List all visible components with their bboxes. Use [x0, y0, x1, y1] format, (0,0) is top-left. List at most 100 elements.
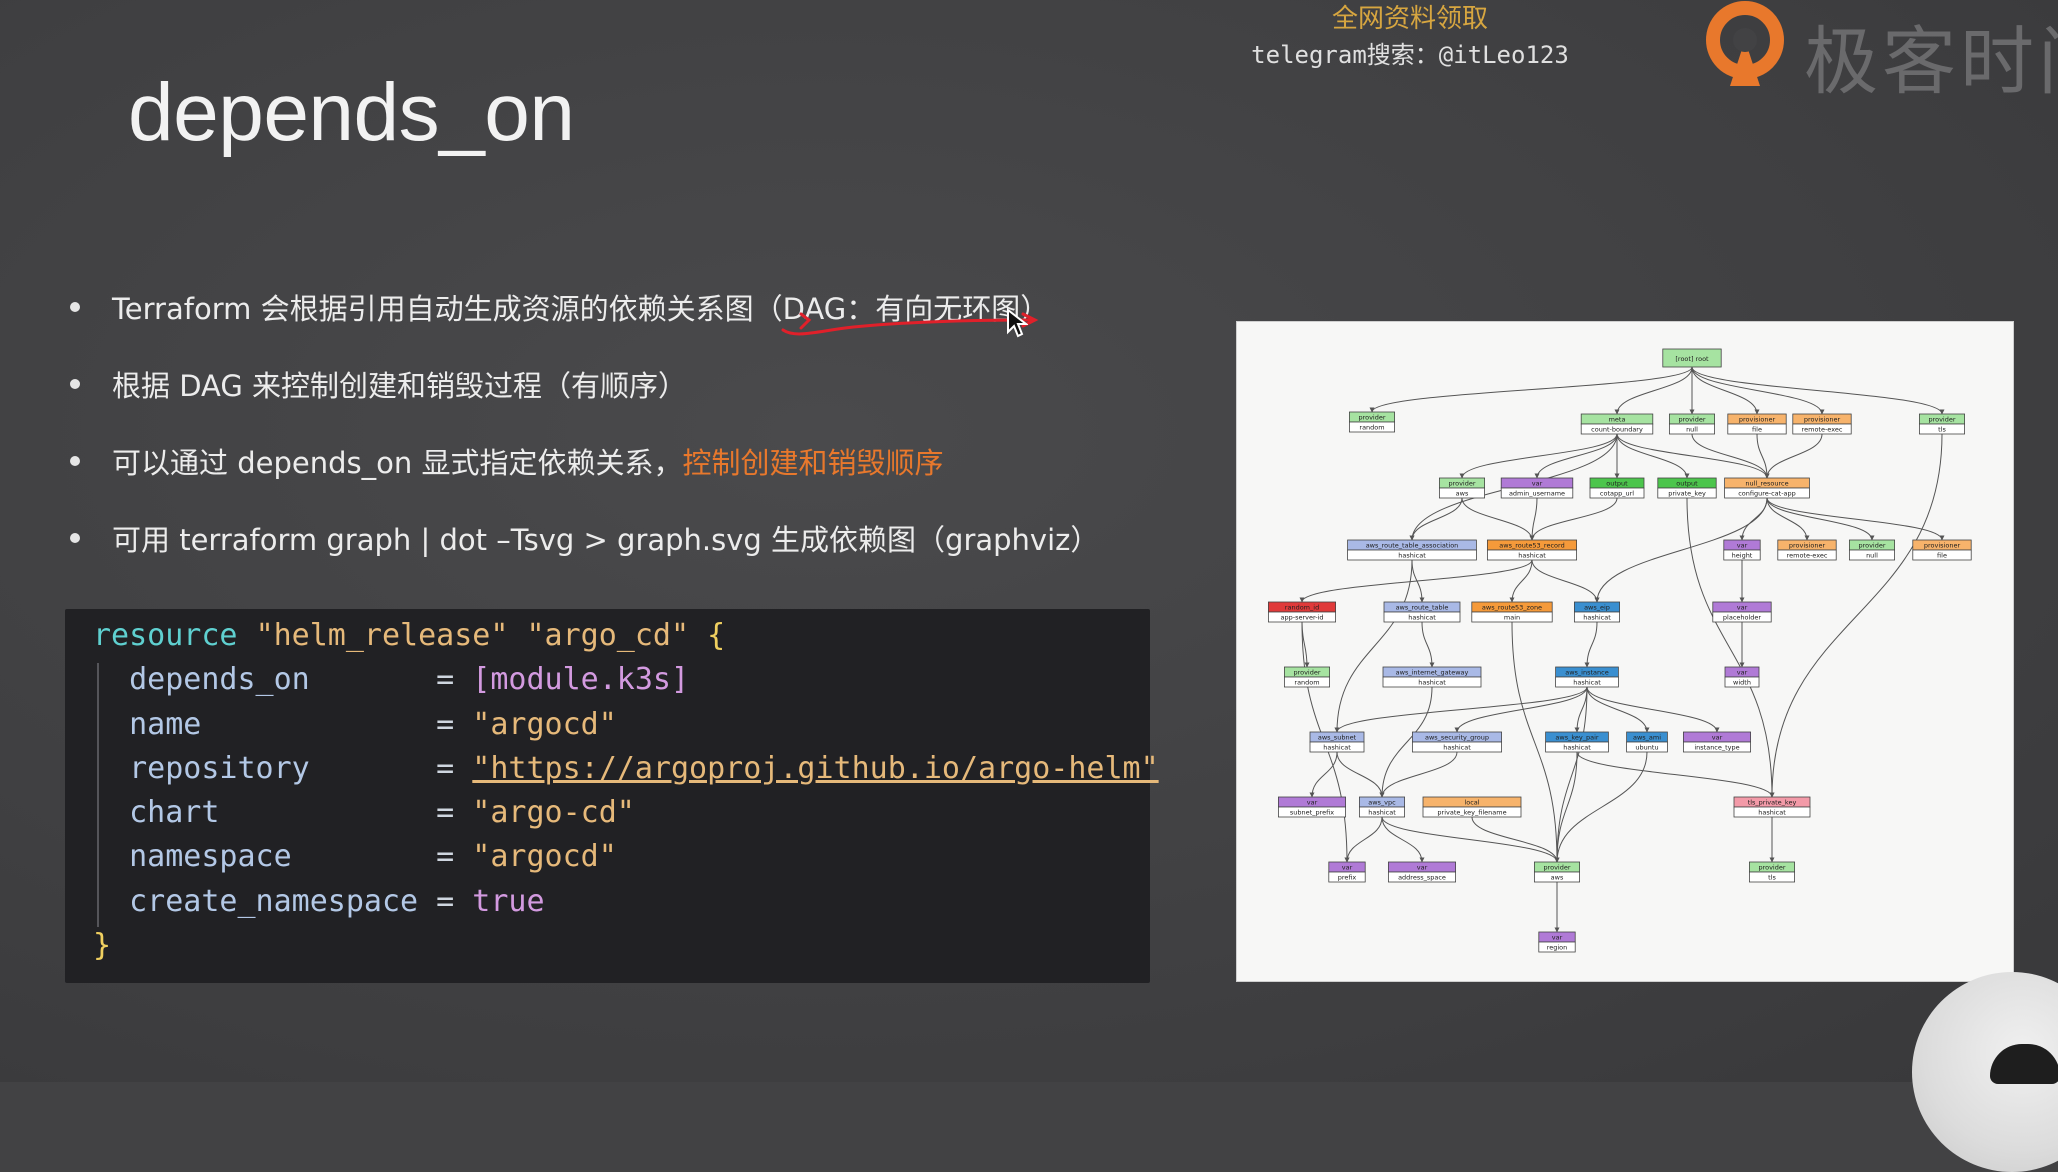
graph-node: aws_security_group hashicat [1411, 731, 1502, 753]
graph-node: provisioner file [1912, 539, 1972, 561]
graph-node-type: aws_route53_record [1499, 542, 1564, 550]
graph-node-name: random [1294, 679, 1319, 687]
bullet-text: 根据 DAG 来控制创建和销毁过程（有顺序） [112, 368, 688, 403]
bullet-highlight: 控制创建和销毁顺序 [682, 445, 944, 480]
graph-node-type: output [1676, 480, 1698, 488]
bullet-item: 可用 terraform graph | dot –Tsvg > graph.s… [66, 499, 1166, 576]
code-attr-key: create_namespace [129, 883, 419, 919]
graph-node-name: ubuntu [1635, 744, 1658, 752]
graph-edge [1616, 433, 1690, 479]
code-line-attr: repository = "https://argoproj.github.io… [65, 747, 1159, 791]
graph-node: null_resource configure-cat-app [1724, 477, 1810, 499]
graph-node: var address_space [1387, 861, 1456, 883]
graph-edge [1584, 621, 1598, 668]
graph-node-type: aws_route_table [1396, 604, 1449, 612]
brand-logo: 极客时间 [1700, 0, 2058, 105]
graph-node-name: instance_type [1694, 744, 1739, 752]
graph-node-name: hashicat [1368, 809, 1396, 817]
code-attr-key: namespace [129, 839, 419, 875]
graph-node: var width [1724, 666, 1760, 688]
graph-node: aws_eip hashicat [1573, 601, 1620, 623]
code-attr-key: chart [129, 795, 419, 831]
graph-node: provider random [1284, 666, 1331, 688]
graph-edge [1764, 433, 1823, 479]
graph-edge [1334, 559, 1413, 733]
graph-node: provider tls [1919, 413, 1966, 435]
graph-node-name: hashicat [1418, 679, 1446, 687]
graph-node-name: file [1937, 552, 1947, 560]
graph-node-type: provisioner [1789, 542, 1826, 550]
graph-node: provisioner remote-exec [1792, 413, 1852, 435]
graph-edge [1586, 686, 1720, 733]
graph-node-type: provider [1758, 864, 1785, 872]
code-open-brace: { [707, 618, 726, 653]
graph-node: provider random [1349, 411, 1396, 433]
graph-edge [1529, 497, 1618, 541]
graph-node-name: tls [1768, 874, 1776, 882]
code-equals: = [436, 662, 455, 698]
code-equals: = [436, 883, 455, 919]
graph-node-name: configure-cat-app [1738, 490, 1796, 498]
graph-node: aws_instance hashicat [1555, 666, 1619, 688]
brand-text: 极客时间 [1804, 19, 2058, 105]
graph-edge [1739, 497, 1768, 541]
graph-node-name: remote-exec [1802, 426, 1843, 434]
graph-node-name: app-server-id [1280, 614, 1323, 622]
graph-edge [1344, 816, 1383, 863]
graph-node-name: hashicat [1518, 552, 1546, 560]
code-equals: = [436, 750, 455, 786]
code-line-attr: depends_on = [module.k3s] [65, 658, 1150, 702]
graph-node-name: hashicat [1408, 614, 1436, 622]
graph-node-type: var [1712, 734, 1723, 742]
graph-node: provider aws [1438, 477, 1485, 499]
code-attr-key: repository [129, 750, 419, 786]
graph-edge [1454, 686, 1588, 733]
graph-node-name: hashicat [1323, 744, 1351, 752]
graph-edge [1369, 366, 1693, 413]
graph-node-type: tls_private_key [1748, 799, 1797, 807]
graph-node-name: hashicat [1398, 552, 1426, 560]
graph-node-name: private_key_filename [1437, 809, 1506, 817]
code-attr-value: true [472, 883, 545, 919]
graph-node-name: hashicat [1758, 809, 1786, 817]
graph-edge [1534, 433, 1618, 479]
graph-node-type: var [1532, 480, 1543, 488]
graph-node: tls_private_key hashicat [1733, 796, 1811, 818]
graph-node: aws_route53_record hashicat [1486, 539, 1577, 561]
graph-node-type: provisioner [1739, 416, 1776, 424]
bullet-text: 可用 terraform graph | dot –Tsvg > graph.s… [112, 522, 1100, 557]
graph-node: provisioner file [1727, 413, 1787, 435]
graph-edge [1554, 751, 1648, 863]
bullet-dot-icon [70, 378, 80, 389]
graph-node: var admin_username [1500, 477, 1574, 499]
graph-node-name: null [1866, 552, 1878, 560]
graph-node-type: var [1737, 604, 1748, 612]
graph-node-type: var [1417, 864, 1428, 872]
code-equals: = [436, 706, 455, 742]
graph-node-name: aws [1456, 490, 1469, 498]
bullet-dot-icon [70, 532, 80, 543]
code-resource-type: "helm_release" [255, 618, 509, 653]
graph-edge [1336, 751, 1385, 798]
code-attr-value-url[interactable]: "https://argoproj.github.io/argo-helm" [472, 751, 1158, 786]
graph-node: provider aws [1533, 861, 1580, 883]
graph-node-name: address_space [1398, 874, 1446, 882]
code-attr-value: [module.k3s] [472, 662, 690, 698]
graph-node-type: local [1464, 799, 1479, 807]
graph-edge [1554, 686, 1588, 863]
graph-node: provider null [1668, 413, 1715, 435]
graph-edge [1309, 751, 1338, 798]
graph-node-name: remote-exec [1787, 552, 1828, 560]
code-attr-value: "argocd" [472, 839, 617, 875]
graph-node-name: private_key [1668, 490, 1706, 498]
graph-node-name: prefix [1338, 874, 1357, 882]
graph-node-name: hashicat [1563, 744, 1591, 752]
watermark: 全网资料领取 telegram搜索：@itLeo123 [1220, 0, 1600, 72]
graph-node-type: aws_ami [1633, 734, 1661, 742]
graph-node-name: width [1733, 679, 1751, 687]
code-attr-key: depends_on [129, 662, 419, 698]
graph-node-type: var [1342, 864, 1353, 872]
graph-node-type: var [1737, 669, 1748, 677]
graph-node: aws_key_pair hashicat [1545, 731, 1609, 753]
graph-node: provider null [1849, 539, 1896, 561]
